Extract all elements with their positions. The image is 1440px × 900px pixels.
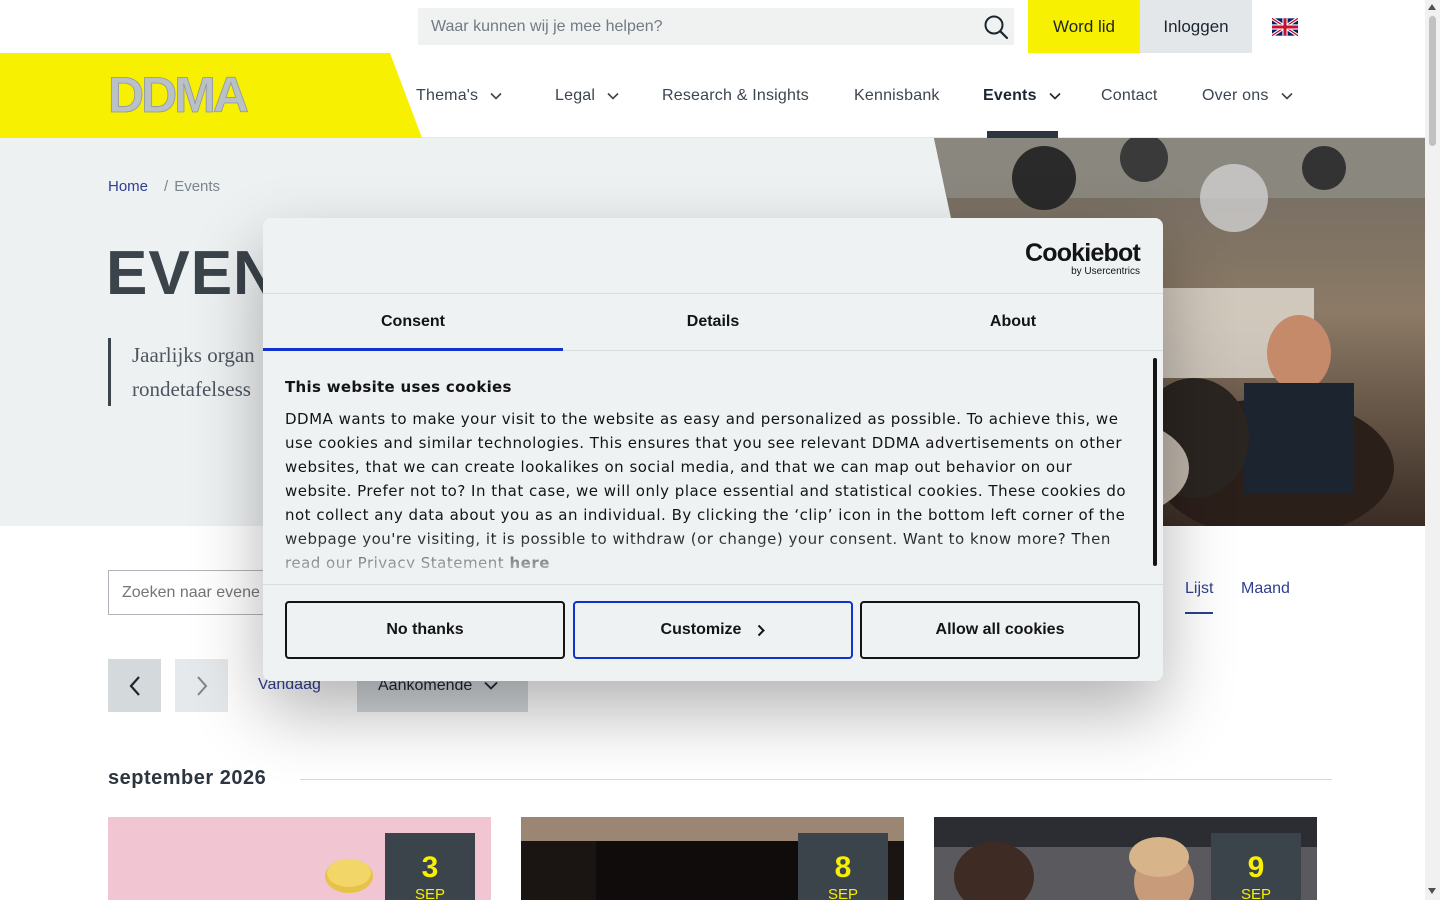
cookie-footer: No thanks Customize Allow all cookies [263, 584, 1163, 681]
uk-flag-icon[interactable] [1272, 18, 1298, 36]
scroll-down-arrow[interactable] [1428, 888, 1436, 894]
date-badge: 8 SEP [798, 833, 888, 900]
nav-item-label: Research & Insights [662, 86, 809, 104]
tab-about[interactable]: About [863, 294, 1163, 350]
nav-item-research-insights[interactable]: Research & Insights [662, 53, 809, 138]
date-month: SEP [414, 886, 445, 900]
event-card[interactable]: 9 SEP [934, 817, 1317, 900]
page-scrollbar[interactable] [1425, 0, 1440, 900]
cookie-text-fade [263, 533, 1143, 583]
cookie-consent-dialog: Cookiebot by Usercentrics Consent Detail… [263, 218, 1163, 681]
page-title: EVEN [106, 239, 279, 308]
cookiebot-wordmark: Cookiebot [1024, 239, 1141, 267]
chevron-right-icon [758, 624, 766, 636]
chevron-down-icon [490, 92, 502, 100]
tab-consent[interactable]: Consent [263, 294, 563, 351]
month-heading: september 2026 [108, 767, 267, 789]
no-thanks-button[interactable]: No thanks [285, 601, 565, 659]
chevron-down-icon [1049, 92, 1061, 100]
scroll-up-arrow[interactable] [1428, 4, 1436, 10]
join-button[interactable]: Word lid [1028, 0, 1140, 53]
date-day: 3 [421, 851, 439, 884]
top-utility-bar: Word lid Inloggen [0, 0, 1425, 53]
next-button[interactable] [175, 659, 228, 712]
chevron-left-icon [129, 675, 140, 696]
cookie-body-scrollbar[interactable] [1153, 358, 1157, 566]
customize-button[interactable]: Customize [573, 601, 853, 659]
login-button[interactable]: Inloggen [1140, 0, 1252, 53]
breadcrumb: Home / Events [108, 178, 220, 195]
date-day: 8 [834, 851, 852, 884]
nav-item-label: Over ons [1202, 86, 1269, 104]
nav-item-contact[interactable]: Contact [1101, 53, 1158, 138]
view-tab-list[interactable]: Lijst [1185, 580, 1214, 614]
ddma-logo[interactable]: DDMA [108, 71, 268, 117]
month-divider [300, 779, 1332, 780]
nav-item-label: Events [983, 86, 1037, 104]
tab-details[interactable]: Details [563, 294, 863, 350]
nav-item-label: Legal [555, 86, 596, 104]
nav-item-legal[interactable]: Legal [555, 53, 619, 138]
cookie-tabs: Consent Details About [263, 293, 1163, 351]
view-tab-month[interactable]: Maand [1241, 580, 1290, 598]
chevron-down-icon [484, 681, 498, 690]
nav-item-label: Kennisbank [854, 86, 940, 104]
breadcrumb-separator: / [164, 178, 169, 195]
nav-item-themas[interactable]: Thema's [416, 53, 502, 138]
cookie-heading: This website uses cookies [285, 378, 512, 396]
cookiebot-subtitle: by Usercentrics [1071, 266, 1140, 277]
nav-item-over-ons[interactable]: Over ons [1202, 53, 1293, 138]
date-day: 9 [1247, 851, 1265, 884]
breadcrumb-home-link[interactable]: Home [108, 178, 148, 195]
logo-text: DDMA [108, 71, 248, 117]
previous-button[interactable] [108, 659, 161, 712]
nav-item-label: Thema's [416, 86, 479, 104]
chevron-right-icon [196, 675, 207, 696]
event-card[interactable]: 3 SEP [108, 817, 491, 900]
date-badge: 9 SEP [1211, 833, 1301, 900]
scrollbar-thumb[interactable] [1429, 16, 1436, 146]
date-month: SEP [1240, 886, 1271, 900]
site-search [418, 8, 1014, 45]
date-badge: 3 SEP [385, 833, 475, 900]
chevron-down-icon [607, 92, 619, 100]
allow-all-cookies-button[interactable]: Allow all cookies [860, 601, 1140, 659]
customize-label: Customize [660, 621, 742, 638]
chevron-down-icon [1280, 92, 1293, 100]
nav-item-events[interactable]: Events [983, 53, 1061, 138]
nav-item-kennisbank[interactable]: Kennisbank [854, 53, 940, 138]
search-icon[interactable] [982, 13, 1010, 41]
breadcrumb-current: Events [174, 178, 221, 195]
active-nav-indicator [987, 131, 1058, 138]
event-card[interactable]: 8 SEP [521, 817, 904, 900]
main-navigation: DDMA Thema's Legal Research & Insights K… [0, 53, 1425, 138]
site-search-input[interactable] [418, 8, 968, 45]
nav-item-label: Contact [1101, 86, 1158, 104]
cookiebot-logo: Cookiebot by Usercentrics [1024, 239, 1141, 278]
date-month: SEP [827, 886, 858, 900]
